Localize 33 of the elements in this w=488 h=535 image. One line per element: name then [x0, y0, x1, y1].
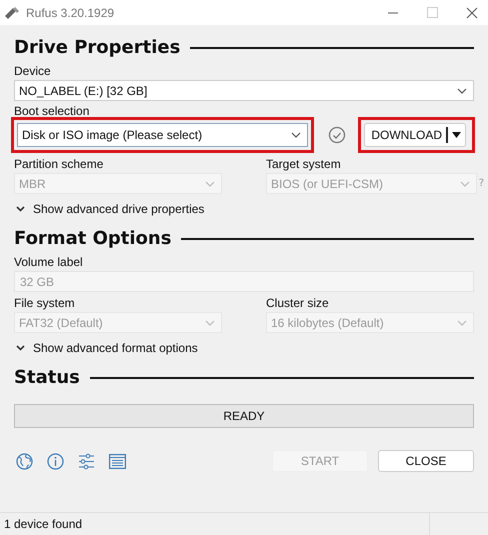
- field-label: Target system: [266, 157, 342, 171]
- section-heading: Drive Properties: [14, 37, 180, 58]
- dropdown[interactable]: NO_LABEL (E:) [32 GB]: [14, 80, 474, 101]
- field-label: File system: [14, 296, 76, 310]
- chevron-down-icon: [457, 88, 467, 94]
- expand-toggle[interactable]: Show advanced drive properties: [14, 202, 204, 216]
- section-heading: Format Options: [14, 228, 172, 249]
- window-title: Rufus 3.20.1929: [26, 6, 114, 20]
- field-label: Cluster size: [266, 296, 330, 310]
- chevron-icon: [16, 345, 25, 351]
- chevron-down-icon: [205, 320, 215, 326]
- chevron-down-icon: [291, 132, 302, 138]
- chevron-down-icon: [460, 180, 470, 186]
- checkmark-circle-icon[interactable]: [328, 126, 346, 144]
- status-bar-text: 1 device found: [4, 517, 82, 531]
- dropdown[interactable]: Disk or ISO image (Please select): [17, 123, 308, 147]
- field-label: Boot selection: [14, 105, 90, 118]
- chevron-icon: [16, 206, 25, 212]
- download-button[interactable]: DOWNLOAD: [364, 123, 466, 147]
- section-heading: Status: [14, 367, 80, 388]
- field-label: Volume label: [14, 255, 84, 269]
- expand-toggle[interactable]: Show advanced format options: [14, 341, 198, 355]
- dropdown-arrow-icon: [452, 132, 461, 138]
- settings-icon[interactable]: [78, 452, 95, 470]
- field-label: Partition scheme: [14, 157, 104, 171]
- close-icon[interactable]: [466, 6, 478, 18]
- globe-icon[interactable]: [16, 452, 33, 470]
- info-icon[interactable]: [47, 452, 64, 470]
- chevron-down-icon: [457, 320, 467, 326]
- field-label: Device: [14, 64, 52, 78]
- chevron-down-icon: [205, 180, 215, 186]
- log-icon[interactable]: [109, 454, 126, 468]
- close-button[interactable]: CLOSE: [378, 450, 474, 472]
